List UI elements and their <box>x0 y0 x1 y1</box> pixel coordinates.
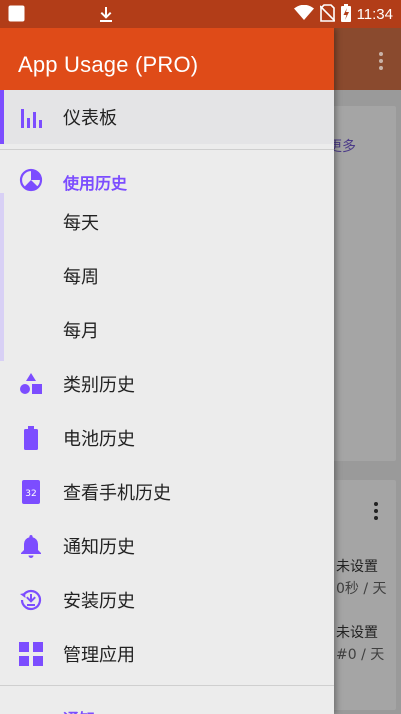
pie-chart-icon <box>19 168 43 192</box>
nav-section-usage-history[interactable]: 使用历史 <box>0 150 334 195</box>
nav-item-install-history[interactable]: 安装历史 <box>0 573 334 627</box>
nav-item-dashboard[interactable]: 仪表板 <box>0 90 334 144</box>
no-sim-icon <box>318 4 336 26</box>
navigation-drawer: App Usage (PRO) 仪表板 使用历史 每天 每周 每月 类别历史 电… <box>0 28 334 714</box>
calendar-badge: 32 <box>25 489 36 499</box>
row1-detail: 0秒 / 天 <box>336 581 387 597</box>
download-icon <box>99 6 113 26</box>
nav-item-label: 类别历史 <box>63 375 135 396</box>
nav-item-category-history[interactable]: 类别历史 <box>0 357 334 411</box>
nav-item-check-phone-history[interactable]: 32 查看手机历史 <box>0 465 334 519</box>
nav-item-label: 查看手机历史 <box>63 483 171 504</box>
calendar-32-icon: 32 <box>19 480 43 504</box>
wifi-icon <box>293 4 314 25</box>
nav-item-monthly[interactable]: 每月 <box>0 303 334 357</box>
grid-apps-icon <box>19 642 43 666</box>
battery-charging-icon <box>340 4 351 26</box>
bar-chart-icon <box>19 105 43 129</box>
nav-item-label: 仪表板 <box>63 108 117 129</box>
section-label: 使用历史 <box>63 174 128 193</box>
section-label: 通知 <box>63 706 95 714</box>
usage-history-subitems: 每天 每周 每月 <box>0 193 334 361</box>
nav-item-label: 电池历史 <box>63 429 135 450</box>
nav-item-notification-history[interactable]: 通知历史 <box>0 519 334 573</box>
nav-item-label: 每月 <box>63 321 99 342</box>
notification-square-icon <box>8 5 25 26</box>
row1-status: 未设置 <box>336 559 378 575</box>
nav-item-label: 每周 <box>63 267 99 288</box>
app-title: App Usage (PRO) <box>18 52 199 77</box>
row2-detail: #0 / 天 <box>336 647 385 663</box>
nav-item-battery-history[interactable]: 电池历史 <box>0 411 334 465</box>
nav-item-label: 通知历史 <box>63 537 135 558</box>
overflow-menu-icon <box>379 52 385 73</box>
nav-item-daily[interactable]: 每天 <box>0 195 334 249</box>
nav-item-manage-apps[interactable]: 管理应用 <box>0 627 334 681</box>
nav-item-label: 管理应用 <box>63 645 135 666</box>
battery-icon <box>19 426 43 450</box>
status-bar: 11:34 <box>0 0 401 28</box>
category-shapes-icon <box>19 372 43 396</box>
bell-icon <box>19 534 43 558</box>
install-history-icon <box>19 588 43 612</box>
nav-item-label: 安装历史 <box>63 591 135 612</box>
nav-item-weekly[interactable]: 每周 <box>0 249 334 303</box>
nav-item-label: 每天 <box>63 213 99 234</box>
drawer-header: App Usage (PRO) <box>0 28 334 90</box>
row2-status: 未设置 <box>336 625 378 641</box>
clock: 11:34 <box>356 6 393 23</box>
card-menu-icon <box>374 502 380 523</box>
nav-section-notifications[interactable]: 通知 <box>0 686 334 714</box>
